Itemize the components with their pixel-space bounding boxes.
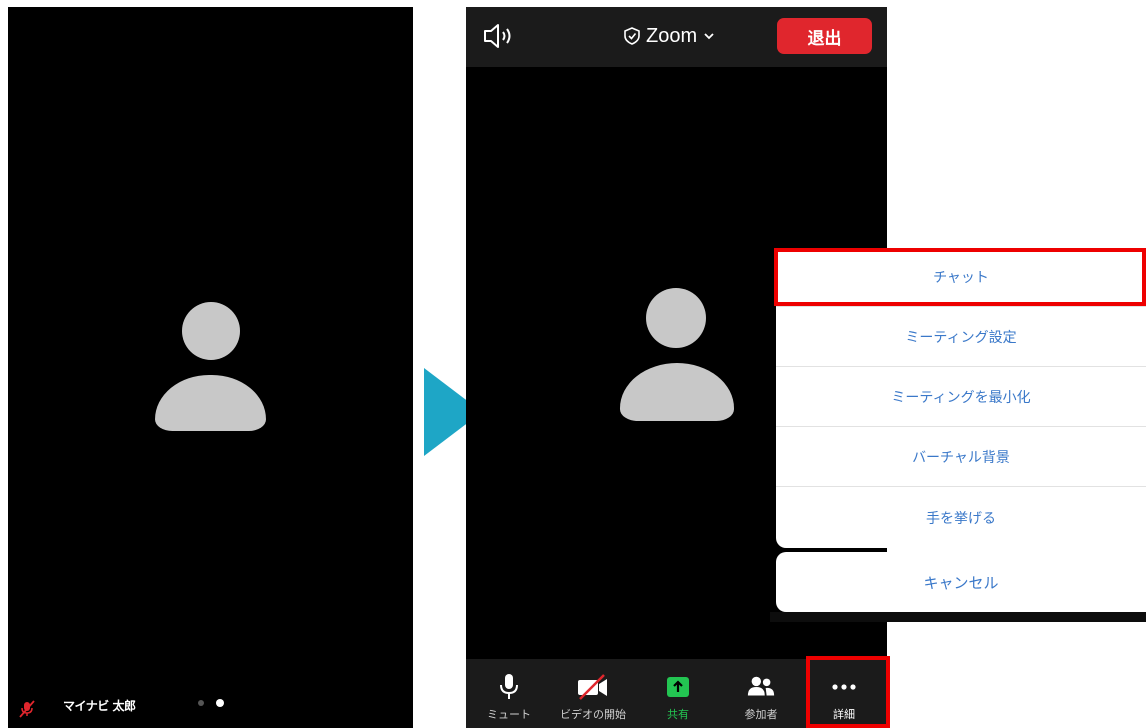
muted-mic-icon — [19, 700, 35, 718]
microphone-icon — [500, 674, 518, 699]
meeting-title-dropdown[interactable]: Zoom — [623, 21, 716, 51]
participants-label: 参加者 — [744, 708, 778, 721]
participants-button[interactable]: 参加者 — [726, 659, 796, 728]
meeting-header: Zoom 退出 — [466, 7, 887, 67]
highlight-box-chat — [774, 248, 1146, 306]
menu-backdrop-strip — [770, 612, 1146, 622]
share-label: 共有 — [667, 708, 689, 721]
leave-button[interactable]: 退出 — [777, 18, 872, 54]
avatar-body — [155, 375, 266, 431]
mute-button[interactable]: ミュート — [474, 659, 544, 728]
mute-label: ミュート — [487, 708, 531, 721]
meeting-title: Zoom — [646, 24, 698, 47]
avatar-head — [646, 288, 706, 348]
menu-item-minimize-meeting[interactable]: ミーティングを最小化 — [776, 368, 1146, 427]
left-phone-screen: マイナビ 太郎 — [8, 7, 413, 728]
page-indicator-dot-active[interactable] — [216, 699, 224, 707]
participants-icon — [747, 676, 775, 696]
shield-check-icon — [624, 27, 640, 45]
chevron-down-icon — [704, 33, 714, 40]
speaker-icon[interactable] — [482, 23, 516, 49]
start-video-button[interactable]: ビデオの開始 — [546, 659, 640, 728]
participant-name: マイナビ 太郎 — [63, 699, 136, 713]
share-button[interactable]: 共有 — [644, 659, 712, 728]
start-video-label: ビデオの開始 — [560, 708, 626, 721]
menu-item-meeting-settings[interactable]: ミーティング設定 — [776, 308, 1146, 367]
avatar-head — [182, 302, 240, 360]
highlight-box-more — [806, 656, 890, 728]
page-indicator-dot[interactable] — [198, 700, 204, 706]
menu-cancel-button[interactable]: キャンセル — [776, 552, 1146, 612]
avatar-body — [620, 363, 734, 421]
video-off-icon — [578, 674, 607, 700]
share-screen-icon — [667, 677, 689, 697]
menu-item-raise-hand[interactable]: 手を挙げる — [776, 488, 1146, 547]
menu-item-virtual-background[interactable]: バーチャル背景 — [776, 428, 1146, 487]
